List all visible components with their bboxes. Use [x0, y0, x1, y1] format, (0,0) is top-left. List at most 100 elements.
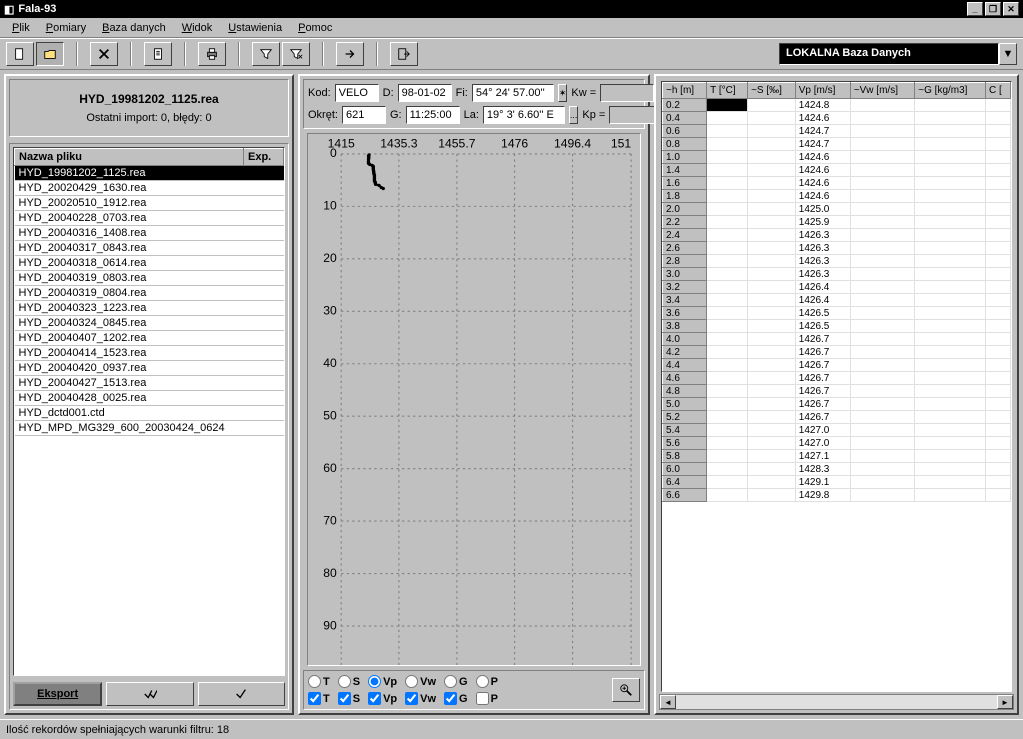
radio-T[interactable]: T	[308, 675, 330, 688]
col-header[interactable]: ~S [‰]	[748, 83, 796, 99]
file-row[interactable]: HYD_20040318_0614.rea	[15, 256, 284, 271]
maximize-button[interactable]: ❐	[985, 2, 1001, 16]
table-row[interactable]: 4.81426.7	[663, 385, 1011, 398]
col-exp[interactable]: Exp.	[244, 149, 284, 166]
table-row[interactable]: 0.21424.8	[663, 99, 1011, 112]
forward-button[interactable]	[336, 42, 364, 66]
menu-baza-danych[interactable]: Baza danych	[94, 20, 174, 36]
check-T[interactable]: T	[308, 692, 330, 705]
profile-chart[interactable]: 14151435.31455.714761496.415101020304050…	[307, 133, 641, 666]
menu-widok[interactable]: Widok	[174, 20, 221, 36]
file-row[interactable]: HYD_20040319_0803.rea	[15, 271, 284, 286]
la-button[interactable]: ...	[569, 106, 579, 124]
table-row[interactable]: 5.21426.7	[663, 411, 1011, 424]
col-header[interactable]: ~Vw [m/s]	[850, 83, 914, 99]
new-button[interactable]	[6, 42, 34, 66]
table-row[interactable]: 3.21426.4	[663, 281, 1011, 294]
table-row[interactable]: 0.41424.6	[663, 112, 1011, 125]
open-button[interactable]	[36, 42, 64, 66]
file-row[interactable]: HYD_MPD_MG329_600_20030424_0624	[15, 421, 284, 436]
data-table[interactable]: ~h [m]T [°C]~S [‰]Vp [m/s]~Vw [m/s]~G [k…	[662, 82, 1011, 502]
col-header[interactable]: ~h [m]	[663, 83, 707, 99]
delete-button[interactable]	[90, 42, 118, 66]
table-row[interactable]: 0.61424.7	[663, 125, 1011, 138]
kod-input[interactable]	[335, 84, 379, 102]
menu-pomiary[interactable]: Pomiary	[38, 20, 94, 36]
horizontal-scrollbar[interactable]: ◄ ►	[659, 694, 1014, 710]
dropdown-arrow-icon[interactable]: ▼	[999, 43, 1017, 65]
kw-input[interactable]	[600, 84, 654, 102]
table-row[interactable]: 3.41426.4	[663, 294, 1011, 307]
file-row[interactable]: HYD_20040427_1513.rea	[15, 376, 284, 391]
okret-input[interactable]	[342, 106, 386, 124]
menu-ustawienia[interactable]: Ustawienia	[220, 20, 290, 36]
table-row[interactable]: 1.61424.6	[663, 177, 1011, 190]
file-row[interactable]: HYD_20040414_1523.rea	[15, 346, 284, 361]
table-row[interactable]: 2.41426.3	[663, 229, 1011, 242]
print-button[interactable]	[198, 42, 226, 66]
table-row[interactable]: 5.81427.1	[663, 450, 1011, 463]
table-row[interactable]: 2.21425.9	[663, 216, 1011, 229]
table-row[interactable]: 0.81424.7	[663, 138, 1011, 151]
table-row[interactable]: 5.41427.0	[663, 424, 1011, 437]
check-G[interactable]: G	[444, 692, 468, 705]
check-Vw[interactable]: Vw	[405, 692, 436, 705]
table-row[interactable]: 1.01424.6	[663, 151, 1011, 164]
menu-plik[interactable]: Plik	[4, 20, 38, 36]
menu-pomoc[interactable]: Pomoc	[290, 20, 340, 36]
date-input[interactable]	[398, 84, 452, 102]
table-row[interactable]: 4.21426.7	[663, 346, 1011, 359]
table-row[interactable]: 6.61429.8	[663, 489, 1011, 502]
accept-all-button[interactable]	[106, 682, 193, 706]
minimize-button[interactable]: _	[967, 2, 983, 16]
col-filename[interactable]: Nazwa pliku	[15, 149, 244, 166]
exit-button[interactable]	[390, 42, 418, 66]
file-row[interactable]: HYD_20040420_0937.rea	[15, 361, 284, 376]
file-row[interactable]: HYD_20040324_0845.rea	[15, 316, 284, 331]
file-row[interactable]: HYD_20040228_0703.rea	[15, 211, 284, 226]
filter-clear-button[interactable]	[282, 42, 310, 66]
file-row[interactable]: HYD_20040317_0843.rea	[15, 241, 284, 256]
filter-button[interactable]	[252, 42, 280, 66]
table-row[interactable]: 3.81426.5	[663, 320, 1011, 333]
radio-Vw[interactable]: Vw	[405, 675, 436, 688]
file-row[interactable]: HYD_20040407_1202.rea	[15, 331, 284, 346]
file-row[interactable]: HYD_20040323_1223.rea	[15, 301, 284, 316]
export-button[interactable]: Eksport	[13, 682, 102, 706]
table-row[interactable]: 2.81426.3	[663, 255, 1011, 268]
table-row[interactable]: 1.41424.6	[663, 164, 1011, 177]
file-row[interactable]: HYD_20020510_1912.rea	[15, 196, 284, 211]
check-S[interactable]: S	[338, 692, 360, 705]
col-header[interactable]: Vp [m/s]	[795, 83, 850, 99]
fi-button[interactable]: ✶	[558, 84, 568, 102]
radio-G[interactable]: G	[444, 675, 468, 688]
fi-input[interactable]	[472, 84, 554, 102]
scroll-right-button[interactable]: ►	[997, 695, 1013, 709]
data-table-scroll[interactable]: ~h [m]T [°C]~S [‰]Vp [m/s]~Vw [m/s]~G [k…	[661, 81, 1012, 692]
table-row[interactable]: 3.01426.3	[663, 268, 1011, 281]
col-header[interactable]: C [	[986, 83, 1011, 99]
col-header[interactable]: T [°C]	[707, 83, 748, 99]
table-row[interactable]: 2.61426.3	[663, 242, 1011, 255]
table-row[interactable]: 4.61426.7	[663, 372, 1011, 385]
table-row[interactable]: 2.01425.0	[663, 203, 1011, 216]
file-row[interactable]: HYD_20020429_1630.rea	[15, 181, 284, 196]
table-row[interactable]: 4.01426.7	[663, 333, 1011, 346]
check-Vp[interactable]: Vp	[368, 692, 397, 705]
accept-button[interactable]	[198, 682, 285, 706]
table-row[interactable]: 6.01428.3	[663, 463, 1011, 476]
radio-Vp[interactable]: Vp	[368, 675, 397, 688]
la-input[interactable]	[483, 106, 565, 124]
file-row[interactable]: HYD_20040428_0025.rea	[15, 391, 284, 406]
scroll-left-button[interactable]: ◄	[660, 695, 676, 709]
file-row[interactable]: HYD_19981202_1125.rea	[15, 166, 284, 181]
table-row[interactable]: 6.41429.1	[663, 476, 1011, 489]
zoom-button[interactable]	[612, 678, 640, 702]
table-row[interactable]: 1.81424.6	[663, 190, 1011, 203]
table-row[interactable]: 3.61426.5	[663, 307, 1011, 320]
close-button[interactable]: ✕	[1003, 2, 1019, 16]
check-P[interactable]: P	[476, 692, 498, 705]
file-row[interactable]: HYD_dctd001.ctd	[15, 406, 284, 421]
table-row[interactable]: 5.61427.0	[663, 437, 1011, 450]
col-header[interactable]: ~G [kg/m3]	[915, 83, 986, 99]
